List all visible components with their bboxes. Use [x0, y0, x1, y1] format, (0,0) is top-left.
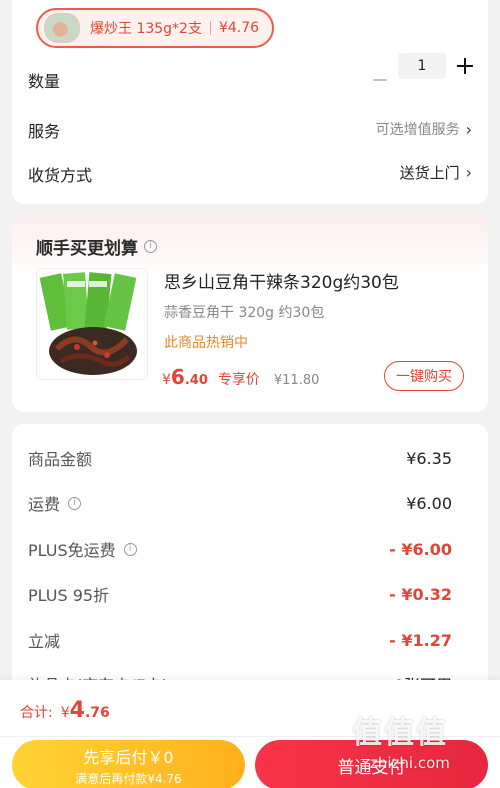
chip-divider: [209, 21, 211, 35]
product-image[interactable]: [36, 268, 148, 380]
summary-label-wrap: 运费 i: [28, 491, 82, 515]
info-icon[interactable]: i: [123, 542, 137, 556]
upsell-price: ¥ 6 .40 专享价 ¥11.80: [162, 365, 319, 389]
summary-label: 立减: [28, 632, 61, 651]
one-click-buy-button[interactable]: 一键购买: [384, 361, 464, 391]
normal-pay-button[interactable]: 普通支付: [255, 740, 488, 788]
upsell-card: 顺手买更划算 i 思乡山豆角干辣条320g约30包 蒜香豆角干 320g 约30…: [12, 216, 488, 412]
total-label: 合计:: [20, 705, 53, 721]
divider: [0, 736, 500, 737]
sku-name: 爆炒王 135g*2支: [90, 21, 202, 37]
info-icon[interactable]: i: [144, 240, 157, 253]
price-decimal: .40: [184, 373, 208, 388]
service-value: 可选增值服务: [375, 122, 460, 138]
summary-value: ¥6.35: [406, 448, 452, 468]
quantity-input[interactable]: 1: [398, 53, 446, 79]
summary-label: 运费: [28, 495, 61, 514]
delivery-selector[interactable]: 送货上门 ›: [400, 162, 472, 183]
hot-selling-text: 此商品热销中: [164, 335, 248, 351]
chevron-right-icon: ›: [465, 163, 472, 182]
upsell-title-text: 顺手买更划算: [36, 239, 138, 259]
summary-value: - ¥6.00: [389, 539, 452, 559]
original-price: ¥11.80: [273, 373, 320, 388]
service-selector[interactable]: 可选增值服务 ›: [376, 119, 472, 139]
order-options-card: 爆炒王 135g*2支 ¥4.76 数量 1 服务 可选增值服务 › 收货方式 …: [12, 0, 488, 204]
service-label: 服务: [28, 122, 61, 141]
price-symbol: ¥: [162, 372, 171, 388]
summary-label: PLUS 95折: [28, 586, 110, 605]
summary-label-wrap: PLUS免运费 i: [28, 537, 137, 561]
total-symbol: ¥: [60, 705, 70, 721]
pay-later-sublabel: 满意后再付款¥4.76: [75, 771, 182, 786]
price-summary-card: 商品金额 ¥6.35 运费 i ¥6.00 PLUS免运费 i - ¥6.00 …: [12, 424, 488, 704]
quantity-label: 数量: [28, 72, 61, 91]
bottom-action-bar: 合计: ¥ 4 .76 先享后付￥0 满意后再付款¥4.76 普通支付: [0, 680, 500, 788]
summary-row-plus-free-shipping: PLUS免运费 i - ¥6.00: [28, 537, 452, 561]
summary-value: ¥6.00: [406, 493, 452, 513]
pay-later-button[interactable]: 先享后付￥0 满意后再付款¥4.76: [12, 740, 245, 788]
total-decimal: .76: [84, 705, 110, 721]
chevron-right-icon: ›: [465, 119, 472, 139]
selected-sku-chip[interactable]: 爆炒王 135g*2支 ¥4.76: [36, 8, 274, 48]
pay-later-label: 先享后付￥0: [83, 747, 174, 767]
upsell-title: 顺手买更划算 i: [36, 234, 157, 259]
upsell-product-title[interactable]: 思乡山豆角干辣条320g约30包: [164, 268, 399, 293]
summary-row-goods: 商品金额 ¥6.35: [28, 446, 452, 470]
summary-row-instant-discount: 立减 - ¥1.27: [28, 628, 452, 652]
summary-label: PLUS免运费: [28, 541, 116, 560]
snack-pack-image: [37, 269, 147, 379]
summary-row-shipping: 运费 i ¥6.00: [28, 491, 452, 515]
price-integer: 6: [170, 365, 185, 389]
exclusive-price-tag: 专享价: [217, 372, 260, 388]
summary-label: 商品金额: [28, 450, 93, 469]
total-amount: 合计: ¥ 4 .76: [20, 698, 110, 723]
summary-value: - ¥0.32: [389, 584, 452, 604]
plus-icon[interactable]: [457, 58, 473, 74]
summary-row-plus-discount: PLUS 95折 - ¥0.32: [28, 582, 452, 606]
delivery-label: 收货方式: [28, 166, 93, 185]
minus-icon[interactable]: [373, 79, 387, 81]
sku-thumbnail: [44, 13, 80, 43]
upsell-product-spec: 蒜香豆角干 320g 约30包: [164, 305, 325, 321]
sku-price: ¥4.76: [218, 20, 260, 36]
total-integer: 4: [69, 698, 85, 723]
summary-value: - ¥1.27: [389, 630, 452, 650]
delivery-value: 送货上门: [399, 164, 460, 182]
info-icon[interactable]: i: [68, 496, 82, 510]
